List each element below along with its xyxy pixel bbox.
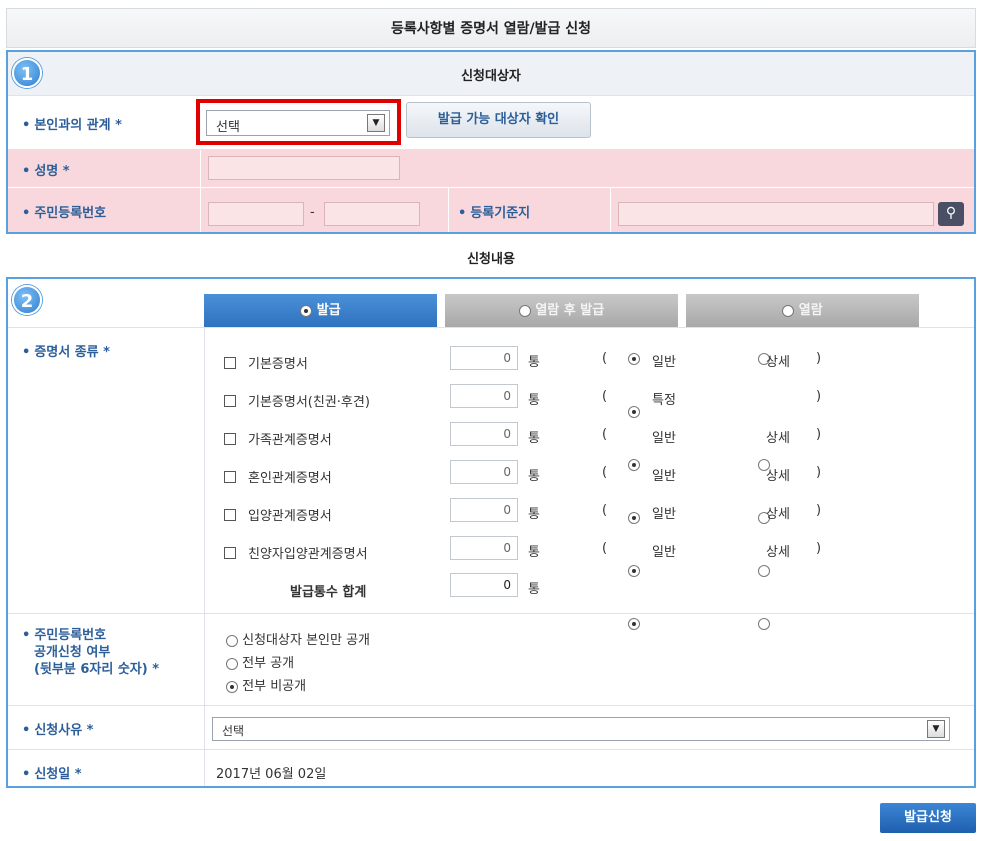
name-row (8, 150, 974, 188)
rrn-back-input[interactable] (324, 202, 420, 226)
cert-type-label: • 증명서 종류 * (22, 345, 110, 360)
option-general-radio[interactable] (628, 617, 640, 630)
tab-view-radio (782, 304, 795, 317)
base-addr-input[interactable] (618, 202, 934, 226)
cert-checkbox[interactable] (224, 433, 236, 445)
cert-name: 입양관계증명서 (248, 509, 332, 524)
cert-checkbox[interactable] (224, 471, 236, 483)
cert-checkbox[interactable] (224, 395, 236, 407)
unit-label: 통 (528, 469, 540, 484)
submit-issue-button[interactable]: 발급신청 (880, 803, 976, 833)
page-title: 등록사항별 증명서 열람/발급 신청 (390, 21, 592, 37)
cert-name: 혼인관계증명서 (248, 471, 332, 486)
cert-name: 친양자입양관계증명서 (248, 547, 368, 562)
applicant-section: 신청대상자 1 • 본인과의 관계 * 선택 ▼ 발급 가능 대상자 확인 • 성명… (6, 50, 976, 234)
option-specific-radio[interactable] (628, 405, 640, 418)
unit-label: 통 (528, 393, 540, 408)
name-input[interactable] (208, 156, 400, 180)
cert-count-input[interactable]: 0 (450, 346, 518, 370)
search-icon[interactable]: ⚲ (938, 202, 964, 226)
tab-view[interactable]: 열람 (686, 294, 919, 327)
option-detail-label: 상세 (766, 507, 790, 522)
chevron-down-icon: ▼ (927, 720, 945, 738)
cert-count-input[interactable]: 0 (450, 536, 518, 560)
cert-checkbox[interactable] (224, 509, 236, 521)
name-label: • 성명 * (22, 164, 70, 179)
option-detail-label: 상세 (766, 469, 790, 484)
cert-checkbox[interactable] (224, 357, 236, 369)
page-title-bar: 등록사항별 증명서 열람/발급 신청 (6, 8, 976, 48)
disclosure-option[interactable]: 신청대상자 본인만 공개 (226, 629, 370, 648)
step-one-badge: 1 (12, 58, 42, 88)
check-eligible-button[interactable]: 발급 가능 대상자 확인 (406, 102, 591, 138)
option-detail-radio[interactable] (758, 617, 771, 630)
option-general-radio[interactable] (628, 511, 640, 524)
option-general-label: 일반 (652, 545, 676, 560)
option-general-label: 일반 (652, 469, 676, 484)
base-addr-label: • 등록기준지 (458, 206, 531, 221)
rrn-front-input[interactable] (208, 202, 304, 226)
cert-count-input[interactable]: 0 (450, 384, 518, 408)
option-detail-label: 상세 (766, 355, 790, 370)
tab-issue[interactable]: 발급 (204, 294, 437, 327)
option-general-radio[interactable] (628, 564, 640, 577)
relation-label: • 본인과의 관계 * (22, 118, 122, 133)
relation-select[interactable]: 선택 ▼ (206, 110, 390, 136)
option-detail-label: 상세 (766, 431, 790, 446)
disclosure-label: • 주민등록번호 공개신청 여부 (뒷부분 6자리 숫자) * (22, 628, 160, 677)
rrn-separator: - (310, 205, 315, 220)
option-detail-radio[interactable] (758, 564, 771, 577)
disclosure-option[interactable]: 전부 공개 (226, 652, 294, 671)
date-label: • 신청일 * (22, 767, 82, 782)
request-date: 2017년 06월 02일 (216, 767, 327, 782)
cert-checkbox[interactable] (224, 547, 236, 559)
step-two-badge: 2 (12, 285, 42, 315)
tab-issue-radio (300, 304, 313, 317)
unit-label: 통 (528, 582, 540, 597)
chevron-down-icon: ▼ (367, 114, 385, 132)
cert-count-input[interactable]: 0 (450, 498, 518, 522)
request-section: 2 발급 열람 후 발급 열람 • 증명서 종류 * 기본증명서 0 통 ( 일반… (6, 277, 976, 788)
option-general-radio[interactable] (628, 458, 640, 471)
cert-name: 기본증명서(친권·후견) (248, 395, 370, 410)
option-general-radio[interactable] (628, 352, 640, 365)
applicant-section-header: 신청대상자 (8, 52, 974, 96)
applicant-section-title: 신청대상자 (461, 69, 521, 84)
reason-select[interactable]: 선택 ▼ (212, 717, 950, 741)
cert-count-input[interactable]: 0 (450, 460, 518, 484)
cert-count-input[interactable]: 0 (450, 422, 518, 446)
option-general-label: 일반 (652, 507, 676, 522)
tab-view-then-issue[interactable]: 열람 후 발급 (445, 294, 678, 327)
option-specific-label: 특정 (652, 393, 676, 408)
unit-label: 통 (528, 431, 540, 446)
option-general-label: 일반 (652, 431, 676, 446)
reason-label: • 신청사유 * (22, 723, 94, 738)
unit-label: 통 (528, 545, 540, 560)
option-general-label: 일반 (652, 355, 676, 370)
cert-row: 기본증명서 0 통 ( 일반 상세 ) (8, 279, 974, 372)
tab-view-then-issue-radio (518, 304, 531, 317)
rrn-label: • 주민등록번호 (22, 206, 107, 221)
cert-name: 기본증명서 (248, 357, 308, 372)
total-label: 발급통수 합계 (290, 585, 367, 600)
unit-label: 통 (528, 355, 540, 370)
cert-name: 가족관계증명서 (248, 433, 332, 448)
disclosure-option[interactable]: 전부 비공개 (226, 675, 306, 694)
option-detail-label: 상세 (766, 545, 790, 560)
request-section-title: 신청내용 (467, 252, 515, 267)
total-count: 0 (450, 573, 518, 597)
unit-label: 통 (528, 507, 540, 522)
